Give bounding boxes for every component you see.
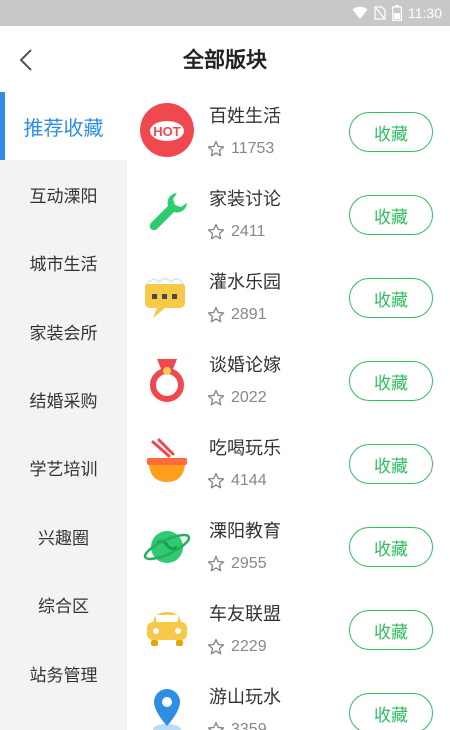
board-favorite-count: 2891	[231, 306, 267, 323]
car-icon	[139, 600, 195, 656]
board-row[interactable]: 谈婚论嫁 2022 收藏	[127, 341, 450, 424]
board-row[interactable]: HOT 百姓生活 11753 收藏	[127, 92, 450, 175]
status-bar: 11:30	[0, 0, 450, 26]
board-name: 吃喝玩乐	[209, 438, 281, 459]
favorite-button[interactable]: 收藏	[349, 361, 433, 401]
battery-icon	[392, 5, 402, 21]
sidebar-item-site-admin[interactable]: 站务管理	[0, 639, 127, 707]
star-outline-icon	[207, 140, 225, 157]
favorite-button[interactable]: 收藏	[349, 278, 433, 318]
sidebar-item-label: 家装会所	[29, 323, 98, 344]
status-time: 11:30	[408, 5, 442, 21]
board-name: 溧阳教育	[209, 521, 281, 542]
board-favorite-count: 2955	[231, 555, 267, 572]
favorite-button[interactable]: 收藏	[349, 693, 433, 730]
favorite-button[interactable]: 收藏	[349, 610, 433, 650]
board-name: 家装讨论	[209, 189, 281, 210]
board-meta: 2411	[207, 223, 265, 241]
sidebar-item-home-decor[interactable]: 家装会所	[0, 297, 127, 365]
board-favorite-count: 2022	[231, 389, 267, 406]
board-row[interactable]: 溧阳教育 2955 收藏	[127, 507, 450, 590]
board-name: 灌水乐园	[209, 272, 281, 293]
sidebar-item-interests[interactable]: 兴趣圈	[0, 502, 127, 570]
board-meta: 2955	[207, 555, 267, 573]
board-favorite-count: 2411	[231, 223, 266, 240]
sidebar-item-label: 推荐收藏	[23, 115, 104, 140]
star-outline-icon	[207, 638, 225, 655]
page-title: 全部版块	[183, 48, 267, 72]
board-list: HOT 百姓生活 11753 收藏 家装讨论 2411 收藏 灌水乐园 2891…	[127, 92, 450, 730]
star-outline-icon	[207, 555, 225, 572]
sidebar-item-label: 城市生活	[29, 254, 98, 275]
sidebar-item-label: 站务管理	[29, 665, 98, 686]
board-row[interactable]: 灌水乐园 2891 收藏	[127, 258, 450, 341]
board-row[interactable]: 家装讨论 2411 收藏	[127, 175, 450, 258]
status-icons: 11:30	[352, 4, 442, 22]
sidebar-item-wedding[interactable]: 结婚采购	[0, 365, 127, 433]
board-favorite-count: 4144	[231, 472, 267, 489]
board-meta: 2022	[207, 389, 267, 407]
favorite-button[interactable]: 收藏	[349, 444, 433, 484]
category-sidebar: 推荐收藏 互动溧阳 城市生活 家装会所 结婚采购 学艺培训 兴趣圈 综合区 站务…	[0, 92, 127, 730]
sidebar-item-label: 结婚采购	[29, 391, 98, 412]
location-pin-icon	[139, 683, 195, 730]
hot-badge-icon: HOT	[139, 102, 195, 158]
favorite-button[interactable]: 收藏	[349, 527, 433, 567]
sidebar-item-label: 综合区	[38, 596, 89, 617]
star-outline-icon	[207, 721, 225, 730]
wrench-icon	[139, 185, 195, 241]
sidebar-item-interactive[interactable]: 互动溧阳	[0, 160, 127, 228]
sidebar-item-label: 兴趣圈	[38, 528, 89, 549]
board-meta: 4144	[207, 472, 267, 490]
title-bar: 全部版块	[0, 26, 450, 92]
sidebar-item-label: 互动溧阳	[29, 186, 98, 207]
sidebar-item-training[interactable]: 学艺培训	[0, 433, 127, 501]
board-row[interactable]: 游山玩水 3359 收藏	[127, 673, 450, 730]
star-outline-icon	[207, 472, 225, 489]
sidebar-item-recommended[interactable]: 推荐收藏	[0, 92, 127, 160]
board-name: 谈婚论嫁	[209, 355, 281, 376]
no-sim-icon	[374, 6, 386, 20]
chat-bubble-icon	[139, 268, 195, 324]
ring-icon	[139, 351, 195, 407]
hot-badge-text: HOT	[153, 124, 181, 139]
star-outline-icon	[207, 389, 225, 406]
noodle-bowl-icon	[139, 434, 195, 490]
globe-icon	[139, 517, 195, 573]
board-favorite-count: 11753	[231, 140, 275, 157]
sidebar-item-city-life[interactable]: 城市生活	[0, 228, 127, 296]
board-meta: 11753	[207, 140, 274, 158]
board-name: 车友联盟	[209, 604, 281, 625]
sidebar-item-label: 学艺培训	[29, 459, 98, 480]
star-outline-icon	[207, 223, 225, 240]
board-row[interactable]: 车友联盟 2229 收藏	[127, 590, 450, 673]
favorite-button[interactable]: 收藏	[349, 195, 433, 235]
board-name: 游山玩水	[209, 687, 281, 708]
favorite-button[interactable]: 收藏	[349, 112, 433, 152]
board-row[interactable]: 吃喝玩乐 4144 收藏	[127, 424, 450, 507]
board-name: 百姓生活	[209, 106, 281, 127]
board-meta: 2891	[207, 306, 267, 324]
board-meta: 2229	[207, 638, 267, 656]
board-meta: 3359	[207, 721, 267, 730]
sidebar-item-general[interactable]: 综合区	[0, 570, 127, 638]
board-favorite-count: 2229	[231, 638, 267, 655]
wifi-icon	[352, 6, 368, 19]
board-favorite-count: 3359	[231, 721, 267, 730]
star-outline-icon	[207, 306, 225, 323]
